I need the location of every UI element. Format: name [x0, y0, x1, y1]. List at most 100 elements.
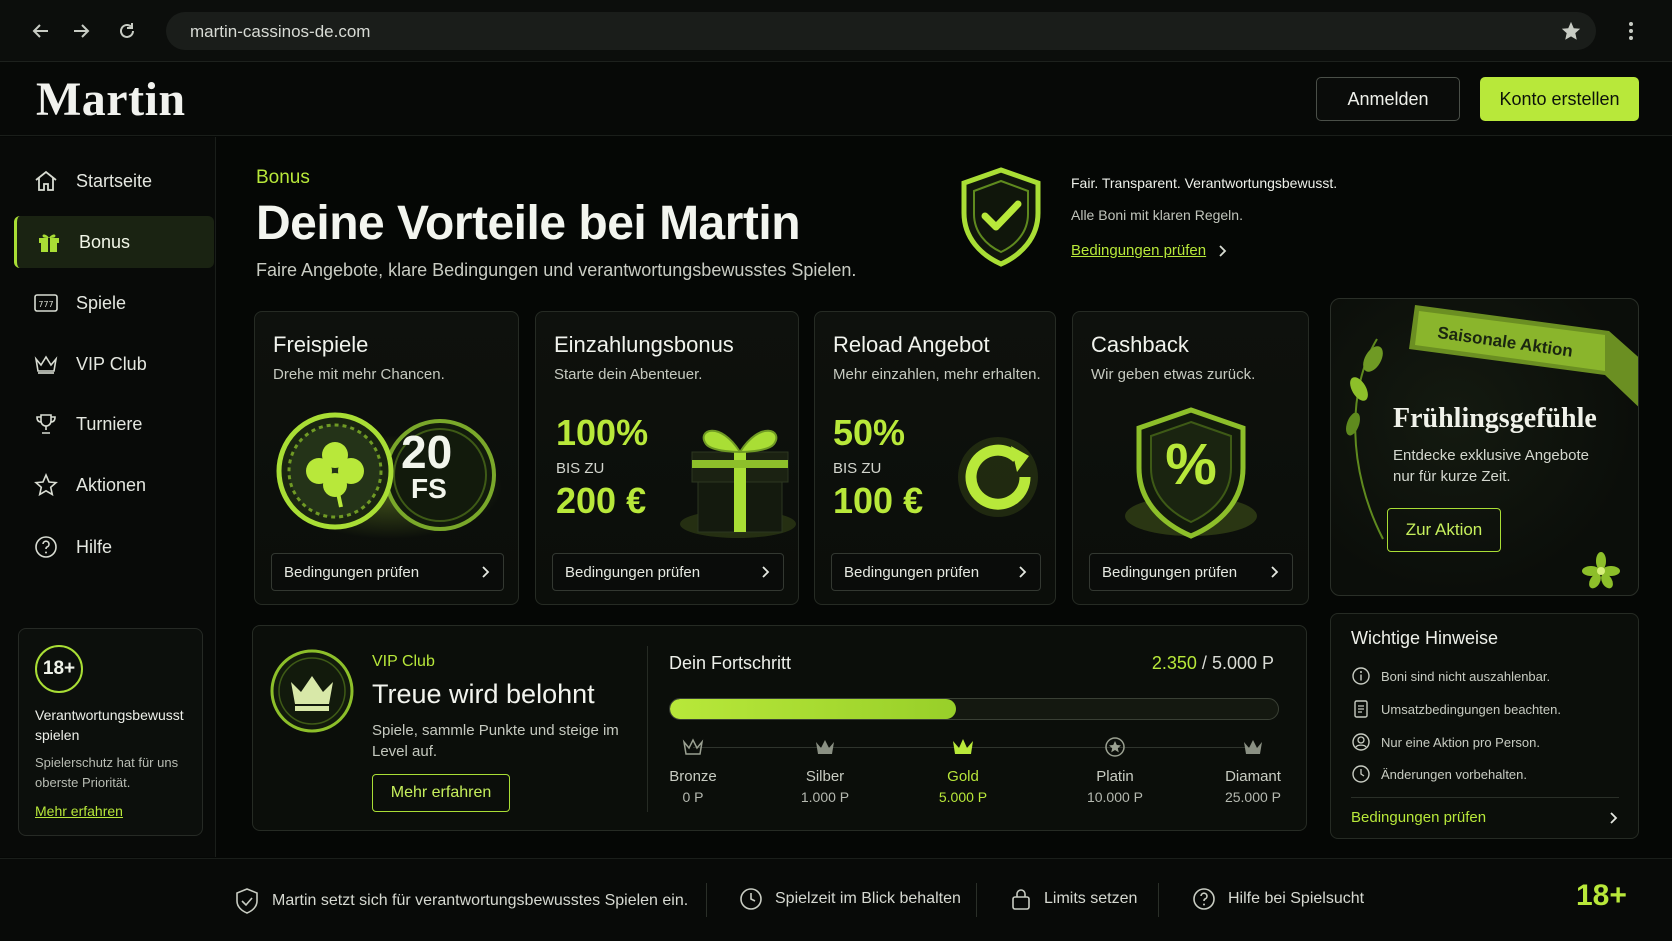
breadcrumb[interactable]: Bonus	[256, 167, 310, 189]
notes-conditions-label: Bedingungen prüfen	[1351, 809, 1487, 826]
sidebar-item-hilfe[interactable]: Hilfe	[14, 521, 214, 573]
sidebar-item-spiele[interactable]: 777 Spiele	[14, 277, 214, 329]
hero-conditions-link[interactable]: Bedingungen prüfen	[1071, 242, 1228, 259]
card-title: Freispiele	[273, 332, 369, 357]
tier-gold: Gold 5.000 P	[903, 734, 1023, 805]
reload-arrow-icon	[953, 432, 1043, 522]
to-promo-button[interactable]: Zur Aktion	[1387, 508, 1501, 552]
forward-arrow-icon[interactable]	[70, 20, 92, 42]
progress-label: Dein Fortschritt	[669, 653, 792, 673]
card-subtitle: Drehe mit mehr Chancen.	[273, 366, 445, 383]
notes-title: Wichtige Hinweise	[1351, 628, 1499, 648]
tier-silber: Silber 1.000 P	[765, 734, 885, 805]
help-icon	[32, 533, 60, 561]
slot-777-icon: 777	[32, 289, 60, 317]
seasonal-promo-card: Saisonale Aktion Frühlingsgefühle Entdec…	[1330, 298, 1639, 596]
tier-platin: Platin 10.000 P	[1055, 734, 1175, 805]
divider	[1158, 883, 1159, 917]
divider	[1351, 797, 1619, 798]
age-restriction-badge: 18+	[1576, 879, 1627, 912]
reload-percentage: 50%	[833, 412, 906, 453]
gold-crown-icon	[903, 734, 1023, 760]
card-subtitle: Wir geben etwas zurück.	[1091, 366, 1256, 383]
url-text: martin-cassinos-de.com	[190, 22, 371, 41]
chevron-right-icon	[1218, 244, 1228, 258]
footer-text: Spielzeit im Blick behalten	[775, 890, 961, 907]
conditions-button-cashback[interactable]: Bedingungen prüfen	[1089, 553, 1293, 591]
reload-icon[interactable]	[116, 20, 138, 42]
chevron-right-icon	[1270, 565, 1280, 579]
sidebar-item-aktionen[interactable]: Aktionen	[14, 459, 214, 511]
shield-check-icon	[958, 166, 1044, 268]
address-bar[interactable]: martin-cassinos-de.com	[166, 12, 1596, 50]
footer-item-limits[interactable]: Limits setzen	[1010, 887, 1137, 911]
card-subtitle: Starte dein Abenteuer.	[554, 366, 703, 383]
up-to-label: BIS ZU	[833, 460, 882, 477]
progress-separator: /	[1196, 653, 1212, 673]
create-account-button[interactable]: Konto erstellen	[1480, 77, 1639, 121]
progress-bar	[669, 698, 1279, 720]
help-icon	[1192, 887, 1216, 911]
cashback-percent-symbol: %	[1165, 432, 1217, 497]
note-item: Nur eine Aktion pro Person.	[1351, 732, 1540, 752]
footer-text: Limits setzen	[1044, 890, 1138, 907]
tier-points: 0 P	[682, 789, 704, 805]
seasonal-ribbon: Saisonale Aktion	[1409, 305, 1638, 407]
note-text: Änderungen vorbehalten.	[1381, 766, 1528, 782]
footer-item-addiction-help[interactable]: Hilfe bei Spielsucht	[1192, 887, 1364, 911]
season-text: Entdecke exklusive Angebote nur für kurz…	[1393, 447, 1589, 485]
conditions-button-freispiele[interactable]: Bedingungen prüfen	[271, 553, 504, 591]
responsible-gaming-box: 18+ Verantwortungsbewusst spielen Spiele…	[18, 628, 203, 836]
button-label: Bedingungen prüfen	[844, 563, 980, 581]
clover-coin-icon	[275, 407, 505, 543]
freespins-count: 20	[401, 426, 453, 478]
logo[interactable]: Martin	[36, 72, 186, 127]
bonus-amount: 200 €	[556, 480, 647, 521]
sidebar-item-bonus[interactable]: Bonus	[14, 216, 214, 268]
tier-name: Bronze	[669, 768, 717, 785]
silver-crown-icon	[765, 734, 885, 760]
note-text: Umsatzbedingungen beachten.	[1381, 701, 1561, 717]
lock-icon	[1010, 887, 1032, 911]
card-subtitle: Mehr einzahlen, mehr erhalten.	[833, 366, 1041, 383]
fair-claim: Fair. Transparent. Verantwortungsbewusst…	[1071, 175, 1338, 191]
bookmark-star-icon[interactable]	[1560, 20, 1582, 42]
season-title: Frühlingsgefühle	[1393, 403, 1597, 434]
conditions-button-reload[interactable]: Bedingungen prüfen	[831, 553, 1041, 591]
button-label: Bedingungen prüfen	[1102, 563, 1238, 581]
sidebar-item-vip-club[interactable]: VIP Club	[14, 338, 214, 390]
tier-points: 1.000 P	[800, 789, 850, 805]
chevron-right-icon	[761, 565, 771, 579]
footer-text: Martin setzt sich für verantwortungsbewu…	[272, 892, 689, 909]
shield-check-icon	[234, 887, 260, 915]
learn-more-link[interactable]: Mehr erfahren	[35, 803, 123, 819]
conditions-button-einzahlungsbonus[interactable]: Bedingungen prüfen	[552, 553, 784, 591]
tier-bronze: Bronze 0 P	[633, 734, 753, 805]
crown-icon	[32, 350, 60, 378]
bonus-card-reload: Reload Angebot Mehr einzahlen, mehr erha…	[814, 311, 1056, 605]
chevron-right-icon	[1018, 565, 1028, 579]
card-title: Einzahlungsbonus	[554, 332, 734, 357]
sidebar-item-label: Startseite	[76, 170, 153, 191]
tier-name: Diamant	[1225, 768, 1281, 785]
progress-current: 2.350	[1151, 653, 1197, 673]
tier-points: 10.000 P	[1086, 789, 1144, 805]
document-icon	[1351, 699, 1371, 719]
fair-subclaim: Alle Boni mit klaren Regeln.	[1071, 207, 1243, 223]
sidebar-item-startseite[interactable]: Startseite	[14, 155, 214, 207]
responsible-text: Spielerschutz hat für uns oberste Priori…	[35, 755, 179, 790]
sidebar-item-turniere[interactable]: Turniere	[14, 398, 214, 450]
login-button[interactable]: Anmelden	[1316, 77, 1460, 121]
reload-amount: 100 €	[833, 480, 924, 521]
footer-item-playtime[interactable]: Spielzeit im Blick behalten	[739, 887, 961, 911]
notes-conditions-link[interactable]: Bedingungen prüfen	[1351, 809, 1619, 826]
clock-icon	[739, 887, 763, 911]
user-icon	[1351, 732, 1371, 752]
hero-conditions-label: Bedingungen prüfen	[1071, 242, 1207, 259]
tier-name: Gold	[947, 768, 979, 785]
sidebar-item-label: Hilfe	[76, 536, 113, 557]
sidebar-item-label: VIP Club	[76, 353, 147, 374]
vip-learn-more-button[interactable]: Mehr erfahren	[372, 774, 510, 812]
more-menu-icon[interactable]	[1624, 20, 1638, 42]
back-arrow-icon[interactable]	[30, 20, 52, 42]
